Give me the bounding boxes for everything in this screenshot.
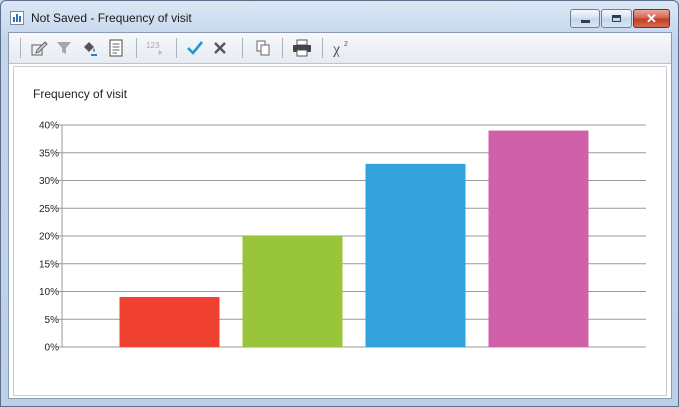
y-tick-label: 20% bbox=[39, 232, 59, 243]
bar[interactable] bbox=[242, 236, 343, 347]
paint-bucket-icon bbox=[84, 42, 97, 56]
toolbar-separator bbox=[176, 38, 177, 58]
chart-panel: Frequency of visit 0% 5% 10% 15% 20% 25% 30% 35… bbox=[13, 66, 667, 396]
apply-button[interactable] bbox=[185, 38, 205, 58]
filter-icon bbox=[57, 42, 71, 54]
bar[interactable] bbox=[365, 163, 466, 347]
y-tick-label: 15% bbox=[39, 259, 59, 270]
bar[interactable] bbox=[119, 297, 220, 347]
minimize-icon bbox=[580, 20, 590, 23]
copy-button[interactable] bbox=[253, 38, 273, 58]
print-button[interactable] bbox=[292, 38, 312, 58]
number-format-button[interactable]: 123 bbox=[145, 38, 165, 58]
toolbar-separator bbox=[136, 38, 137, 58]
notes-button[interactable] bbox=[106, 38, 126, 58]
notes-icon bbox=[109, 39, 123, 57]
svg-text:2: 2 bbox=[344, 41, 348, 48]
svg-text:123: 123 bbox=[146, 41, 160, 50]
edit-button[interactable] bbox=[29, 38, 49, 58]
app-window: Not Saved - Frequency of visit ✕ 123 χ 2… bbox=[0, 0, 679, 407]
close-icon: ✕ bbox=[646, 11, 657, 26]
bar[interactable] bbox=[488, 130, 589, 347]
chi-square-icon: χ 2 bbox=[332, 41, 348, 57]
bar-chart: 0% 5% 10% 15% 20% 25% 30% 35% 40% bbox=[39, 121, 646, 354]
number-format-icon: 123 bbox=[146, 41, 163, 56]
check-icon bbox=[187, 41, 204, 55]
content-frame: 123 χ 2 Frequency of visit 0% 5% 10% 15%… bbox=[8, 32, 672, 399]
y-tick-label: 10% bbox=[39, 287, 59, 298]
toolbar-separator bbox=[242, 38, 243, 58]
title-bar[interactable]: Not Saved - Frequency of visit ✕ bbox=[1, 1, 678, 32]
cancel-button[interactable] bbox=[210, 38, 230, 58]
y-tick-label: 0% bbox=[45, 343, 60, 354]
maximize-button[interactable] bbox=[601, 9, 632, 28]
y-tick-label: 25% bbox=[39, 204, 59, 215]
y-tick-label: 30% bbox=[39, 176, 59, 187]
y-tick-label: 35% bbox=[39, 148, 59, 159]
maximize-icon bbox=[612, 15, 621, 22]
svg-text:χ: χ bbox=[332, 41, 341, 57]
y-tick-label: 5% bbox=[45, 315, 60, 326]
close-x-icon bbox=[214, 42, 226, 54]
filter-button[interactable] bbox=[54, 38, 74, 58]
print-icon bbox=[293, 39, 311, 57]
y-tick-label: 40% bbox=[39, 121, 59, 132]
chart-app-icon bbox=[10, 11, 24, 25]
toolbar-separator bbox=[282, 38, 283, 58]
toolbar: 123 χ 2 bbox=[9, 33, 671, 64]
fill-color-button[interactable] bbox=[80, 38, 100, 58]
edit-icon bbox=[31, 41, 48, 56]
copy-icon bbox=[256, 40, 270, 56]
toolbar-separator bbox=[322, 38, 323, 58]
chi-square-button[interactable]: χ 2 bbox=[331, 38, 351, 58]
close-button[interactable]: ✕ bbox=[633, 9, 670, 28]
minimize-button[interactable] bbox=[570, 9, 600, 28]
toolbar-separator bbox=[20, 38, 21, 58]
window-title: Not Saved - Frequency of visit bbox=[31, 11, 192, 25]
